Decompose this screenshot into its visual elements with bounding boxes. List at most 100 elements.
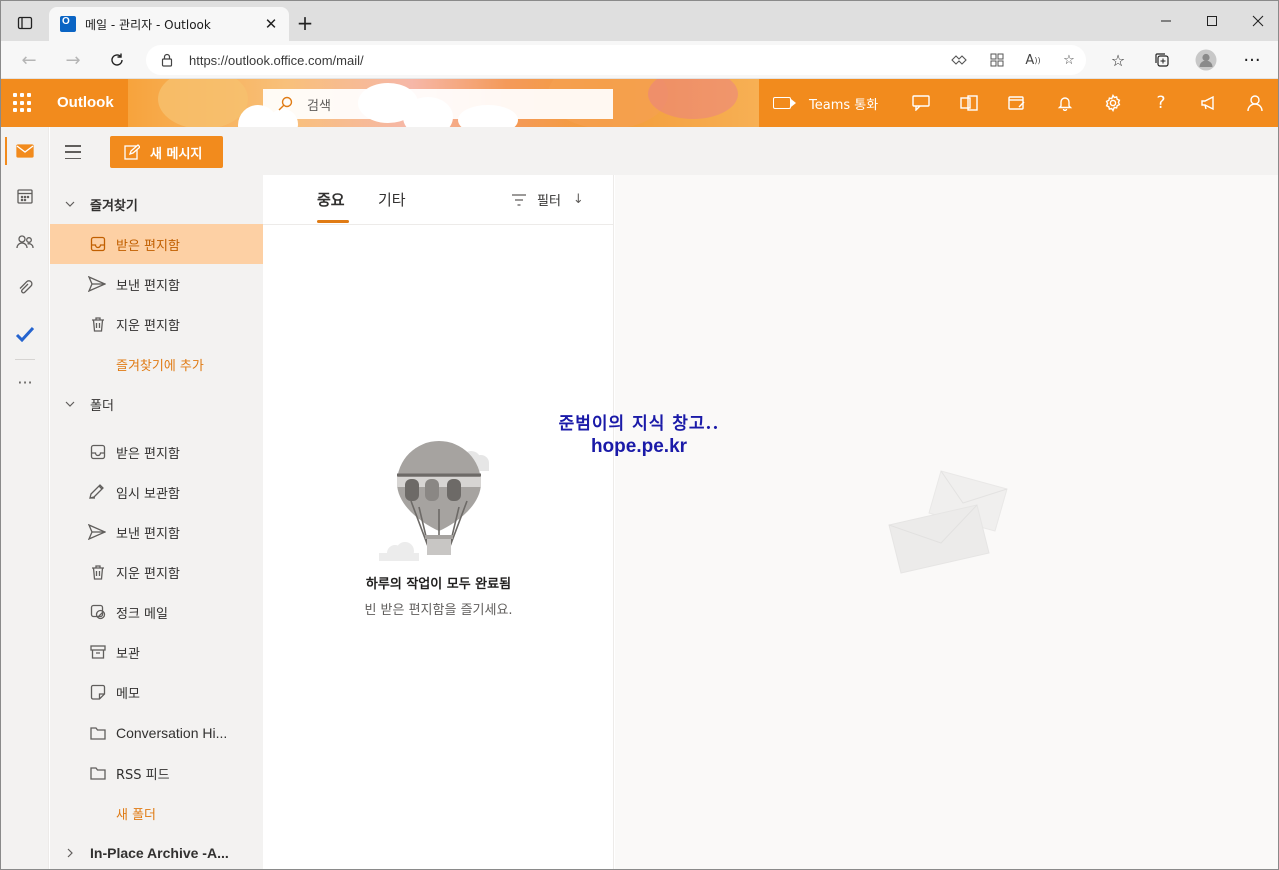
app-available-icon[interactable] <box>987 50 1007 70</box>
folder-item-deleted[interactable]: 지운 편지함 <box>50 552 263 592</box>
folder-item-label: 정크 메일 <box>116 606 168 622</box>
outlook-header: Outlook 검색 Teams 통화 ? <box>1 79 1278 127</box>
favorite-item-label: 지운 편지함 <box>116 318 180 334</box>
empty-state-subtitle: 빈 받은 편지함을 즐기세요. <box>364 603 513 618</box>
folders-group[interactable]: 폴더 <box>50 384 263 424</box>
inbox-pivots: 중요 기타 필터 ↓ <box>263 175 614 225</box>
window-close-icon[interactable] <box>1235 1 1278 41</box>
help-icon[interactable]: ? <box>1151 93 1171 113</box>
new-tab-icon[interactable]: + <box>293 11 317 35</box>
todo-check-icon[interactable] <box>1 312 49 356</box>
favorite-item-deleted[interactable]: 지운 편지함 <box>50 304 263 344</box>
app-launcher-icon[interactable] <box>13 93 33 113</box>
send-icon <box>88 524 106 540</box>
folder-icon <box>90 767 106 780</box>
folder-item-drafts[interactable]: 임시 보관함 <box>50 472 263 512</box>
folder-item-notes[interactable]: 메모 <box>50 672 263 712</box>
back-icon[interactable]: ← <box>14 45 44 75</box>
outlook-brand[interactable]: Outlook <box>57 94 114 111</box>
archive-icon <box>90 645 106 659</box>
url-text: https://outlook.office.com/mail/ <box>189 52 364 68</box>
favorites-header: 즐겨찾기 <box>90 198 138 214</box>
folder-item-conversation-history[interactable]: Conversation Hi... <box>50 713 263 753</box>
folder-item-rss[interactable]: RSS 피드 <box>50 753 263 793</box>
teams-call-label: Teams 통화 <box>809 97 879 113</box>
draft-icon <box>89 484 104 499</box>
calendar-icon[interactable] <box>1 174 49 218</box>
sort-arrow-icon[interactable]: ↓ <box>573 192 584 207</box>
account-icon[interactable] <box>1232 79 1278 127</box>
tracking-icon[interactable] <box>949 50 969 70</box>
folder-item-sent[interactable]: 보낸 편지함 <box>50 512 263 552</box>
add-favorite-icon[interactable]: ☆ <box>1059 50 1079 70</box>
people-icon[interactable] <box>1 220 49 264</box>
address-bar[interactable]: https://outlook.office.com/mail/ <box>146 45 1086 75</box>
note-icon <box>90 684 106 700</box>
notification-bell-icon[interactable] <box>1055 93 1075 113</box>
more-apps-icon[interactable]: ··· <box>1 360 49 404</box>
message-list: 중요 기타 필터 ↓ 하루의 작업이 모두 완료됨 빈 받은 편지함을 즐기세요 <box>263 175 614 869</box>
favorite-item-inbox[interactable]: 받은 편지함 <box>50 224 263 264</box>
attachment-icon[interactable] <box>1 266 49 310</box>
chat-icon[interactable] <box>911 93 931 113</box>
empty-state-title: 하루의 작업이 모두 완료됨 <box>365 577 512 592</box>
favorites-group[interactable]: 즐겨찾기 <box>50 184 263 224</box>
tab-title: 메일 - 관리자 - Outlook <box>85 17 211 32</box>
archive-group[interactable]: In-Place Archive -A... <box>50 833 263 869</box>
filter-button[interactable]: 필터 ↓ <box>511 190 584 209</box>
tab-focused[interactable]: 중요 <box>317 189 345 210</box>
folder-item-label: RSS 피드 <box>116 767 170 783</box>
add-to-favorites-link[interactable]: 즐겨찾기에 추가 <box>50 344 263 384</box>
folder-item-junk[interactable]: 정크 메일 <box>50 592 263 632</box>
hamburger-menu-icon[interactable] <box>65 145 81 159</box>
favorites-icon[interactable]: ☆ <box>1103 45 1133 75</box>
inbox-icon <box>90 236 106 252</box>
filter-label: 필터 <box>537 194 561 209</box>
browser-tab[interactable]: 메일 - 관리자 - Outlook ✕ <box>49 7 289 41</box>
hot-air-balloon-illustration <box>379 441 489 561</box>
feedback-megaphone-icon[interactable] <box>1199 93 1219 113</box>
search-box[interactable]: 검색 <box>263 89 613 119</box>
maximize-icon[interactable] <box>1189 1 1235 41</box>
new-message-label: 새 메시지 <box>150 146 203 162</box>
add-to-favorites-label: 즐겨찾기에 추가 <box>116 358 204 374</box>
new-folder-link[interactable]: 새 폴더 <box>50 793 263 833</box>
folder-item-label: 지운 편지함 <box>116 566 180 582</box>
folder-item-label: 메모 <box>116 686 140 702</box>
office-icon[interactable] <box>959 93 979 113</box>
junk-icon <box>90 604 106 620</box>
filter-icon <box>512 193 526 206</box>
favorite-item-sent[interactable]: 보낸 편지함 <box>50 264 263 304</box>
send-icon <box>88 276 106 292</box>
collections-icon[interactable] <box>1147 45 1177 75</box>
outlook-favicon-icon <box>60 16 76 32</box>
folder-item-label: Conversation Hi... <box>116 725 228 741</box>
folder-item-archive[interactable]: 보관 <box>50 632 263 672</box>
mail-icon[interactable] <box>1 129 49 173</box>
folder-item-inbox[interactable]: 받은 편지함 <box>50 432 263 472</box>
folders-header: 폴더 <box>90 398 114 414</box>
teams-call-button[interactable]: Teams 통화 <box>773 93 878 113</box>
more-icon[interactable]: ··· <box>1237 45 1267 75</box>
folder-icon <box>90 727 106 740</box>
my-day-icon[interactable] <box>1007 93 1027 113</box>
lock-icon[interactable] <box>160 53 174 67</box>
folder-item-label: 보낸 편지함 <box>116 526 180 542</box>
tab-other[interactable]: 기타 <box>378 189 406 210</box>
tab-close-icon[interactable]: ✕ <box>259 12 283 36</box>
new-folder-label: 새 폴더 <box>116 807 157 823</box>
folder-pane: 새 메시지 즐겨찾기 받은 편지함 보낸 편지함 지운 편지함 즐겨찾기에 추가 <box>50 127 263 869</box>
settings-gear-icon[interactable] <box>1103 93 1123 113</box>
profile-avatar-icon[interactable] <box>1191 45 1221 75</box>
chevron-down-icon <box>50 401 90 407</box>
forward-icon[interactable]: → <box>58 45 88 75</box>
compose-icon <box>124 144 140 160</box>
minimize-icon[interactable] <box>1143 1 1189 41</box>
search-icon <box>278 96 293 111</box>
tab-actions-icon[interactable] <box>9 9 41 37</box>
refresh-icon[interactable] <box>102 45 132 75</box>
new-message-button[interactable]: 새 메시지 <box>110 136 223 168</box>
tab-bar: 메일 - 관리자 - Outlook ✕ + <box>1 1 1278 41</box>
read-aloud-icon[interactable]: A)) <box>1023 50 1043 70</box>
browser-window: 메일 - 관리자 - Outlook ✕ + ← → https://outlo… <box>0 0 1279 870</box>
